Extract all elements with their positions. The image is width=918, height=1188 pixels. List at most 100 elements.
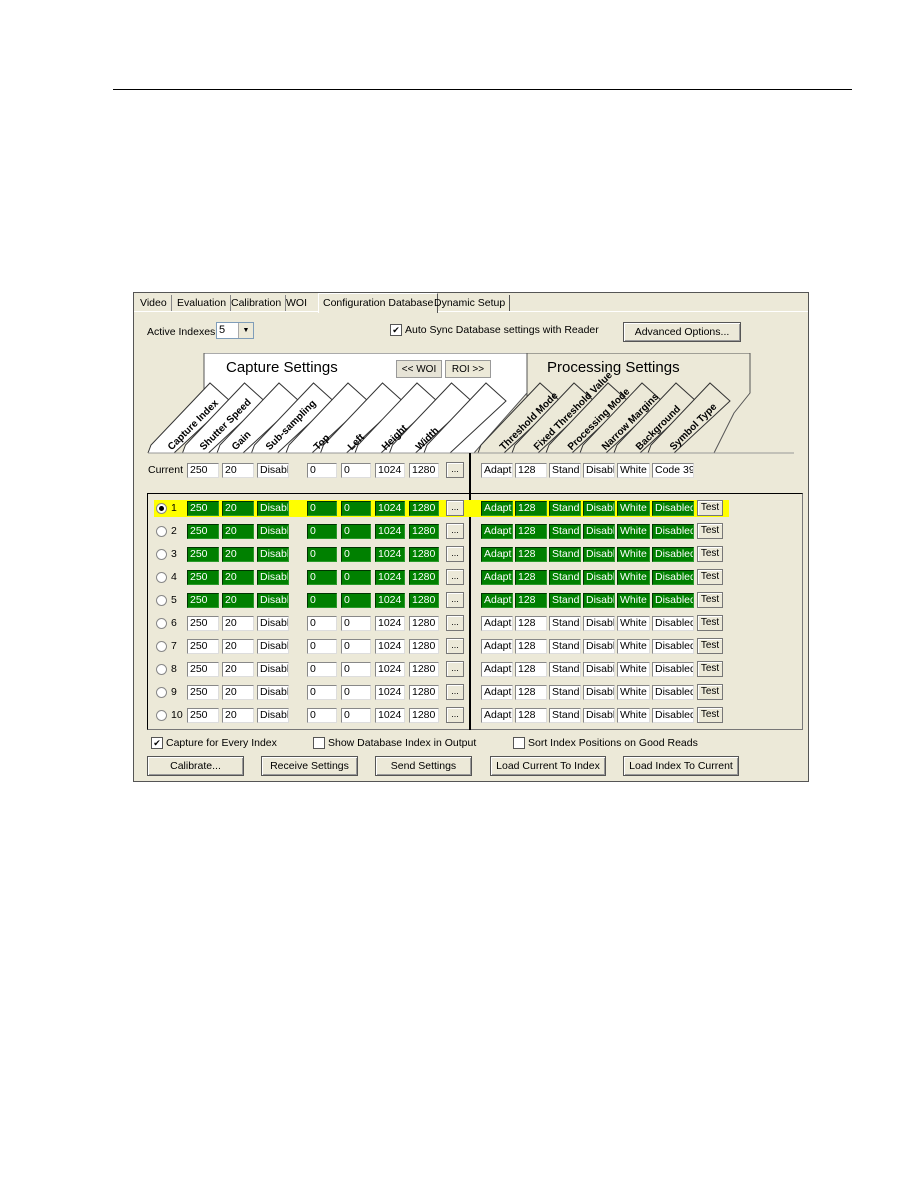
row-processing-field[interactable]: Disabl xyxy=(583,501,615,516)
row-capture-field[interactable]: 1280 xyxy=(409,662,439,677)
test-button[interactable]: Test xyxy=(697,500,723,516)
row-capture-field[interactable]: 0 xyxy=(341,662,371,677)
row-processing-field[interactable]: Adapti xyxy=(481,662,513,677)
row-processing-field[interactable]: Disabled xyxy=(652,685,694,700)
row-select-radio[interactable] xyxy=(156,526,167,537)
row-capture-field[interactable]: 20 xyxy=(222,639,254,654)
row-capture-field[interactable]: Disabl xyxy=(257,639,289,654)
row-select-radio[interactable] xyxy=(156,572,167,583)
row-processing-field[interactable]: Disabl xyxy=(583,524,615,539)
row-processing-field[interactable]: 128 xyxy=(515,593,547,608)
current-processing-field[interactable]: White xyxy=(617,463,650,478)
row-ellipsis-button[interactable]: ... xyxy=(446,592,464,608)
tab-video[interactable]: Video xyxy=(136,295,172,311)
row-capture-field[interactable]: 1280 xyxy=(409,524,439,539)
row-processing-field[interactable]: White xyxy=(617,639,650,654)
row-processing-field[interactable]: Disabled xyxy=(652,662,694,677)
row-processing-field[interactable]: Disabl xyxy=(583,708,615,723)
tab-evaluation[interactable]: Evaluation xyxy=(173,295,232,311)
row-capture-field[interactable]: 0 xyxy=(307,593,337,608)
current-capture-field[interactable]: 0 xyxy=(307,463,337,478)
row-capture-field[interactable]: 0 xyxy=(341,593,371,608)
row-capture-field[interactable]: 0 xyxy=(307,685,337,700)
row-processing-field[interactable]: Disabled xyxy=(652,501,694,516)
row-ellipsis-button[interactable]: ... xyxy=(446,707,464,723)
row-capture-field[interactable]: 250 xyxy=(187,524,219,539)
row-capture-field[interactable]: Disabl xyxy=(257,570,289,585)
row-ellipsis-button[interactable]: ... xyxy=(446,523,464,539)
receive-settings-button[interactable]: Receive Settings xyxy=(261,756,358,776)
row-processing-field[interactable]: Disabled xyxy=(652,593,694,608)
row-processing-field[interactable]: Stand xyxy=(549,524,581,539)
capture-every-index-checkbox[interactable]: ✔ xyxy=(151,737,163,749)
test-button[interactable]: Test xyxy=(697,615,723,631)
current-capture-field[interactable]: 1280 xyxy=(409,463,439,478)
row-ellipsis-button[interactable]: ... xyxy=(446,569,464,585)
row-processing-field[interactable]: Stand xyxy=(549,616,581,631)
row-capture-field[interactable]: 0 xyxy=(341,570,371,585)
row-capture-field[interactable]: 0 xyxy=(341,524,371,539)
row-select-radio[interactable] xyxy=(156,687,167,698)
woi-button[interactable]: << WOI xyxy=(396,360,442,378)
row-ellipsis-button[interactable]: ... xyxy=(446,615,464,631)
tab-dynamic-setup[interactable]: Dynamic Setup xyxy=(430,295,511,311)
row-capture-field[interactable]: 1280 xyxy=(409,501,439,516)
sort-index-checkbox[interactable] xyxy=(513,737,525,749)
row-ellipsis-button[interactable]: ... xyxy=(446,661,464,677)
row-capture-field[interactable]: 1024 xyxy=(375,708,405,723)
current-capture-field[interactable]: 1024 xyxy=(375,463,405,478)
row-capture-field[interactable]: 250 xyxy=(187,662,219,677)
current-processing-field[interactable]: Adapti xyxy=(481,463,513,478)
row-capture-field[interactable]: Disabl xyxy=(257,616,289,631)
row-capture-field[interactable]: 0 xyxy=(341,708,371,723)
active-indexes-select[interactable]: 5 ▼ xyxy=(216,322,254,339)
row-capture-field[interactable]: Disabl xyxy=(257,547,289,562)
row-capture-field[interactable]: 20 xyxy=(222,524,254,539)
row-select-radio[interactable] xyxy=(156,618,167,629)
tab-calibration[interactable]: Calibration xyxy=(227,295,287,311)
row-ellipsis-button[interactable]: ... xyxy=(446,546,464,562)
chevron-down-icon[interactable]: ▼ xyxy=(238,323,253,338)
row-processing-field[interactable]: 128 xyxy=(515,639,547,654)
current-processing-field[interactable]: 128 xyxy=(515,463,547,478)
current-capture-field[interactable]: 250 xyxy=(187,463,219,478)
test-button[interactable]: Test xyxy=(697,661,723,677)
row-processing-field[interactable]: Disabl xyxy=(583,662,615,677)
row-processing-field[interactable]: 128 xyxy=(515,501,547,516)
row-ellipsis-button[interactable]: ... xyxy=(446,500,464,516)
row-processing-field[interactable]: White xyxy=(617,593,650,608)
row-capture-field[interactable]: 0 xyxy=(307,501,337,516)
row-capture-field[interactable]: 0 xyxy=(307,616,337,631)
row-select-radio[interactable] xyxy=(156,664,167,675)
row-select-radio[interactable] xyxy=(156,503,167,514)
row-capture-field[interactable]: 0 xyxy=(307,639,337,654)
row-capture-field[interactable]: Disabl xyxy=(257,685,289,700)
row-processing-field[interactable]: Disabl xyxy=(583,547,615,562)
current-processing-field[interactable]: Stand xyxy=(549,463,581,478)
roi-button[interactable]: ROI >> xyxy=(445,360,491,378)
row-capture-field[interactable]: 1024 xyxy=(375,616,405,631)
row-processing-field[interactable]: Disabled xyxy=(652,639,694,654)
row-processing-field[interactable]: Adapti xyxy=(481,639,513,654)
row-capture-field[interactable]: 20 xyxy=(222,593,254,608)
row-capture-field[interactable]: 20 xyxy=(222,616,254,631)
row-processing-field[interactable]: 128 xyxy=(515,547,547,562)
row-processing-field[interactable]: Stand xyxy=(549,685,581,700)
row-capture-field[interactable]: 20 xyxy=(222,547,254,562)
row-capture-field[interactable]: 1280 xyxy=(409,639,439,654)
row-capture-field[interactable]: 250 xyxy=(187,593,219,608)
row-processing-field[interactable]: Adapti xyxy=(481,708,513,723)
current-processing-field[interactable]: Disabl xyxy=(583,463,615,478)
row-capture-field[interactable]: 0 xyxy=(341,685,371,700)
row-select-radio[interactable] xyxy=(156,641,167,652)
row-processing-field[interactable]: Disabled xyxy=(652,547,694,562)
row-processing-field[interactable]: Adapti xyxy=(481,685,513,700)
row-capture-field[interactable]: 0 xyxy=(307,524,337,539)
row-capture-field[interactable]: Disabl xyxy=(257,501,289,516)
load-index-to-current-button[interactable]: Load Index To Current xyxy=(623,756,739,776)
row-processing-field[interactable]: 128 xyxy=(515,685,547,700)
row-capture-field[interactable]: 1024 xyxy=(375,524,405,539)
send-settings-button[interactable]: Send Settings xyxy=(375,756,472,776)
row-capture-field[interactable]: 1280 xyxy=(409,547,439,562)
row-processing-field[interactable]: Stand xyxy=(549,547,581,562)
